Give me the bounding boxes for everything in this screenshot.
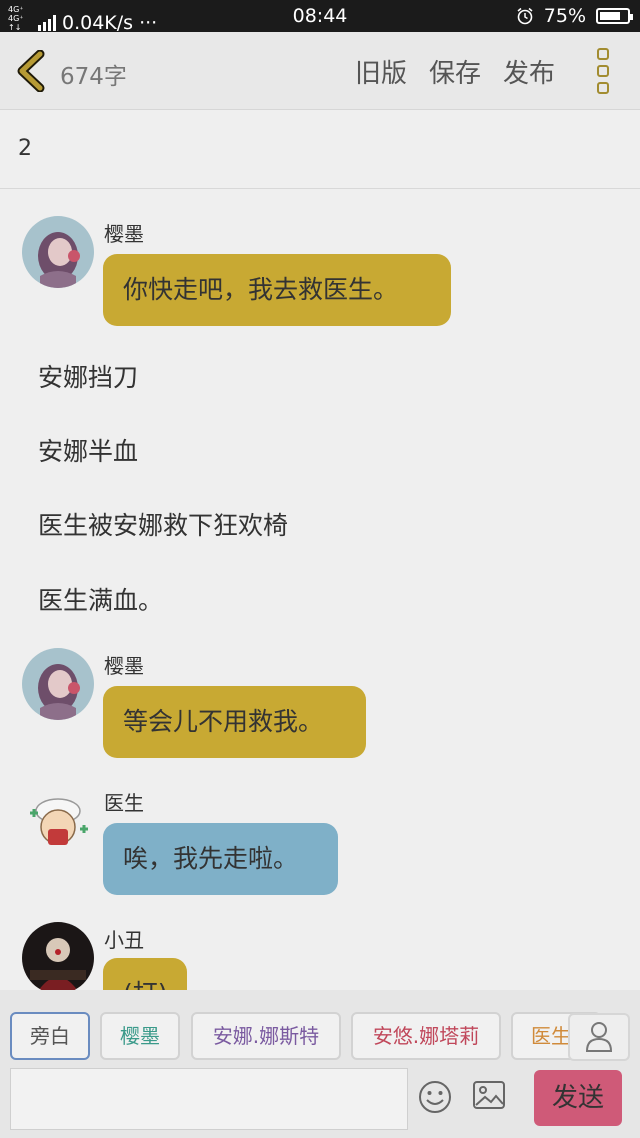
narration-line[interactable]: 安娜挡刀: [38, 358, 138, 394]
image-button[interactable]: [472, 1080, 506, 1114]
role-chip-anyou[interactable]: 安悠.娜塔莉: [351, 1012, 501, 1060]
message-input[interactable]: [10, 1068, 408, 1130]
avatar-doctor-image: [22, 785, 94, 857]
message-bubble[interactable]: 等会儿不用救我。: [103, 686, 366, 758]
avatar-clown[interactable]: [22, 922, 94, 994]
avatar-yingmo[interactable]: [22, 648, 94, 720]
avatar-girl-image: [22, 648, 94, 720]
speaker-name: 樱墨: [104, 222, 144, 246]
status-bar: 4G⁺ 4G⁺ ↑↓ 2G 0.04K/s ··· 08:44 75%: [0, 0, 640, 41]
avatar-doctor[interactable]: [22, 785, 94, 857]
menu-button[interactable]: [591, 46, 617, 96]
narration-line[interactable]: 安娜半血: [38, 432, 138, 468]
publish-button[interactable]: 发布: [503, 53, 555, 90]
battery-icon: [596, 8, 633, 24]
speaker-name: 樱墨: [104, 654, 144, 678]
chapter-title: 2: [18, 136, 32, 161]
status-right: 75%: [516, 5, 633, 27]
avatar-clown-image: [22, 922, 94, 994]
word-count: 674字: [60, 64, 127, 90]
character-manager-button[interactable]: [568, 1013, 630, 1061]
chapter-title-bar[interactable]: 2: [0, 110, 640, 189]
role-chip-yingmo[interactable]: 樱墨: [100, 1012, 180, 1060]
alarm-icon: [517, 7, 533, 25]
send-button[interactable]: 发送: [534, 1070, 622, 1126]
narration-line[interactable]: 医生满血。: [38, 581, 163, 617]
old-version-button[interactable]: 旧版: [355, 53, 407, 90]
save-button[interactable]: 保存: [429, 53, 481, 90]
speaker-name: 小丑: [104, 928, 144, 952]
editor-header: 674字 旧版 保存 发布: [0, 32, 640, 110]
role-chip-narration[interactable]: 旁白: [10, 1012, 90, 1060]
avatar-yingmo[interactable]: [22, 216, 94, 288]
message-bubble[interactable]: 你快走吧，我去救医生。: [103, 254, 451, 326]
avatar-girl-image: [22, 216, 94, 288]
battery-percent: 75%: [543, 5, 586, 27]
narration-line[interactable]: 医生被安娜救下狂欢椅: [38, 506, 288, 542]
image-icon: [473, 1081, 505, 1109]
smiley-icon: [419, 1081, 451, 1113]
role-chip-anna[interactable]: 安娜.娜斯特: [191, 1012, 341, 1060]
chevron-left-icon: [17, 49, 45, 93]
back-button[interactable]: [14, 49, 50, 93]
message-bubble[interactable]: 唉，我先走啦。: [103, 823, 338, 895]
speaker-name: 医生: [104, 791, 144, 815]
person-icon: [585, 1022, 613, 1052]
emoji-button[interactable]: [418, 1080, 452, 1118]
input-bar: 发送: [0, 1062, 640, 1138]
